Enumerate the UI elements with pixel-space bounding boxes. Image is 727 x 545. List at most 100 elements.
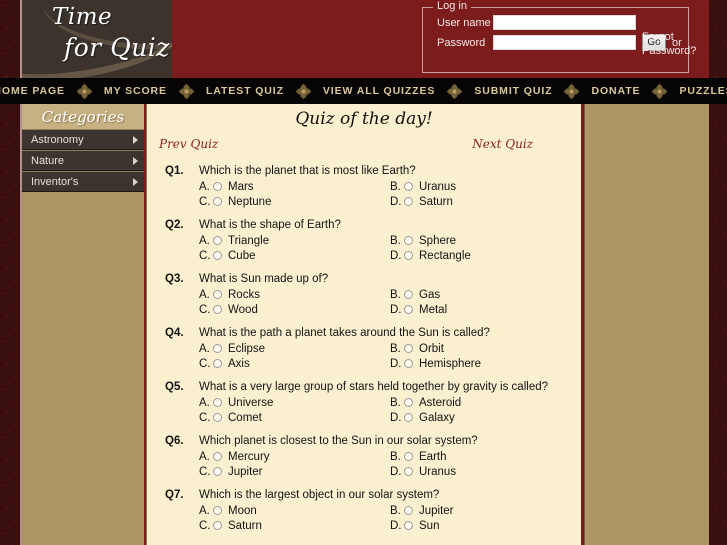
- answer-option[interactable]: B. Sphere: [390, 233, 581, 248]
- radio-button-icon[interactable]: [404, 251, 413, 260]
- answer-option[interactable]: A. Rocks: [199, 287, 390, 302]
- radio-button-icon[interactable]: [213, 398, 222, 407]
- radio-button-icon[interactable]: [213, 182, 222, 191]
- quiz-pagination: Prev Quiz Next Quiz: [147, 129, 581, 151]
- sidebar-item-label: Nature: [31, 154, 65, 167]
- radio-button-icon[interactable]: [213, 290, 222, 299]
- option-letter: C.: [199, 195, 211, 208]
- sidebar-item-inventors[interactable]: Inventor's: [22, 171, 144, 192]
- radio-button-icon[interactable]: [404, 521, 413, 530]
- radio-button-icon[interactable]: [404, 398, 413, 407]
- question-item: Q7. Which is the largest object in our s…: [147, 489, 581, 533]
- answer-options: A. Eclipse B. Orbit C. Axis D. Hemispher…: [165, 341, 581, 371]
- nav-item-home-page[interactable]: HOME PAGE: [0, 85, 79, 97]
- answer-option[interactable]: D. Rectangle: [390, 248, 581, 263]
- radio-button-icon[interactable]: [404, 359, 413, 368]
- answer-option[interactable]: A. Universe: [199, 395, 390, 410]
- answer-option[interactable]: C. Comet: [199, 410, 390, 425]
- quiz-page: Time for Quiz Log in User name Password …: [0, 0, 727, 545]
- option-label: Axis: [228, 357, 250, 370]
- option-label: Moon: [228, 504, 257, 517]
- option-label: Rocks: [228, 288, 260, 301]
- answer-option[interactable]: B. Uranus: [390, 179, 581, 194]
- next-quiz-link[interactable]: Next Quiz: [472, 137, 533, 151]
- answer-option[interactable]: B. Asteroid: [390, 395, 581, 410]
- option-label: Metal: [419, 303, 448, 316]
- answer-option[interactable]: A. Mars: [199, 179, 390, 194]
- radio-button-icon[interactable]: [213, 305, 222, 314]
- option-letter: D.: [390, 195, 402, 208]
- radio-button-icon[interactable]: [404, 344, 413, 353]
- nav-item-submit-quiz[interactable]: SUBMIT QUIZ: [460, 85, 566, 97]
- answer-option[interactable]: C. Saturn: [199, 518, 390, 533]
- radio-button-icon[interactable]: [213, 251, 222, 260]
- answer-option[interactable]: D. Galaxy: [390, 410, 581, 425]
- radio-button-icon[interactable]: [404, 506, 413, 515]
- question-number: Q7.: [165, 489, 184, 501]
- nav-item-view-all-quizzes[interactable]: VIEW ALL QUIZZES: [309, 85, 449, 97]
- nav-item-my-score[interactable]: MY SCORE: [90, 85, 181, 97]
- radio-button-icon[interactable]: [404, 452, 413, 461]
- answer-option[interactable]: D. Uranus: [390, 464, 581, 479]
- radio-button-icon[interactable]: [213, 452, 222, 461]
- right-sidebar-panel: [584, 104, 709, 545]
- username-input[interactable]: [493, 15, 636, 30]
- option-label: Jupiter: [228, 465, 263, 478]
- answer-option[interactable]: D. Saturn: [390, 194, 581, 209]
- sidebar-item-astronomy[interactable]: Astronomy: [22, 129, 144, 150]
- radio-button-icon[interactable]: [213, 344, 222, 353]
- radio-button-icon[interactable]: [213, 359, 222, 368]
- categories-header: Categories: [22, 104, 144, 129]
- answer-option[interactable]: D. Sun: [390, 518, 581, 533]
- question-number: Q2.: [165, 219, 184, 231]
- radio-button-icon[interactable]: [404, 182, 413, 191]
- answer-option[interactable]: A. Moon: [199, 503, 390, 518]
- question-text: Which is the largest object in our solar…: [199, 489, 440, 501]
- answer-option[interactable]: C. Neptune: [199, 194, 390, 209]
- option-letter: B.: [390, 450, 401, 463]
- radio-button-icon[interactable]: [213, 506, 222, 515]
- radio-button-icon[interactable]: [213, 413, 222, 422]
- forgot-password-link[interactable]: Forgot Password?: [642, 30, 702, 58]
- answer-option[interactable]: B. Gas: [390, 287, 581, 302]
- radio-button-icon[interactable]: [213, 467, 222, 476]
- answer-option[interactable]: C. Cube: [199, 248, 390, 263]
- answer-option[interactable]: A. Eclipse: [199, 341, 390, 356]
- nav-item-puzzles[interactable]: PUZZLES: [665, 85, 727, 97]
- answer-option[interactable]: C. Jupiter: [199, 464, 390, 479]
- radio-button-icon[interactable]: [404, 197, 413, 206]
- radio-button-icon[interactable]: [213, 197, 222, 206]
- question-item: Q5. What is a very large group of stars …: [147, 381, 581, 425]
- password-input[interactable]: [493, 35, 636, 50]
- answer-option[interactable]: A. Mercury: [199, 449, 390, 464]
- nav-item-donate[interactable]: DONATE: [577, 85, 654, 97]
- nav-item-latest-quiz[interactable]: LATEST QUIZ: [192, 85, 298, 97]
- option-letter: C.: [199, 357, 211, 370]
- answer-option[interactable]: C. Axis: [199, 356, 390, 371]
- radio-button-icon[interactable]: [404, 290, 413, 299]
- radio-button-icon[interactable]: [213, 521, 222, 530]
- answer-option[interactable]: A. Triangle: [199, 233, 390, 248]
- radio-button-icon[interactable]: [404, 305, 413, 314]
- question-number: Q5.: [165, 381, 184, 393]
- question-number: Q1.: [165, 165, 184, 177]
- site-logo[interactable]: Time for Quiz: [22, 0, 172, 78]
- answer-option[interactable]: B. Orbit: [390, 341, 581, 356]
- option-label: Galaxy: [419, 411, 455, 424]
- question-item: Q6. Which planet is closest to the Sun i…: [147, 435, 581, 479]
- answer-option[interactable]: D. Hemisphere: [390, 356, 581, 371]
- radio-button-icon[interactable]: [404, 467, 413, 476]
- answer-option[interactable]: C. Wood: [199, 302, 390, 317]
- sidebar-item-nature[interactable]: Nature: [22, 150, 144, 171]
- site-header: Time for Quiz Log in User name Password …: [22, 0, 709, 78]
- prev-quiz-link[interactable]: Prev Quiz: [159, 137, 218, 151]
- radio-button-icon[interactable]: [404, 413, 413, 422]
- answer-option[interactable]: D. Metal: [390, 302, 581, 317]
- answer-options: A. Universe B. Asteroid C. Comet D. Gala…: [165, 395, 581, 425]
- question-number: Q3.: [165, 273, 184, 285]
- answer-option[interactable]: B. Earth: [390, 449, 581, 464]
- answer-option[interactable]: B. Jupiter: [390, 503, 581, 518]
- radio-button-icon[interactable]: [404, 236, 413, 245]
- radio-button-icon[interactable]: [213, 236, 222, 245]
- option-letter: C.: [199, 519, 211, 532]
